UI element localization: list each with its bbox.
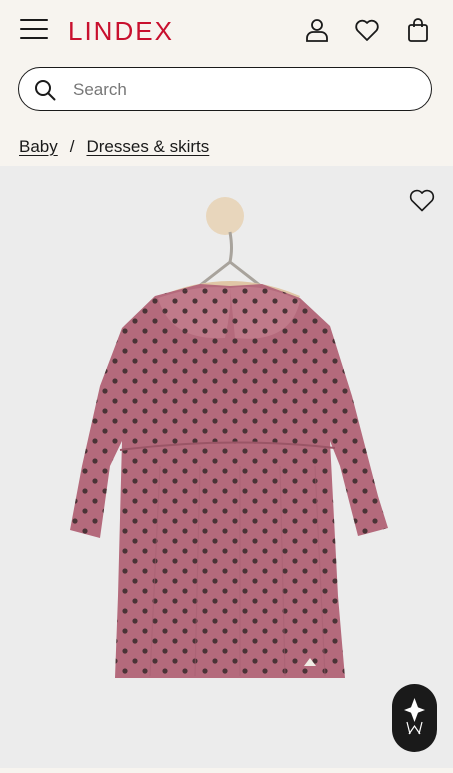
account-icon[interactable] bbox=[304, 17, 330, 43]
floating-assistant-button[interactable] bbox=[392, 684, 437, 752]
menu-icon[interactable] bbox=[20, 19, 50, 43]
product-dress-illustration bbox=[70, 197, 388, 678]
heart-icon[interactable] bbox=[354, 17, 380, 43]
search-input[interactable] bbox=[71, 76, 415, 104]
breadcrumb: Baby / Dresses & skirts bbox=[19, 137, 209, 157]
bag-icon[interactable] bbox=[405, 17, 431, 43]
favorite-heart-icon[interactable] bbox=[408, 187, 436, 213]
breadcrumb-link-baby[interactable]: Baby bbox=[19, 137, 58, 156]
breadcrumb-link-dresses-skirts[interactable]: Dresses & skirts bbox=[86, 137, 209, 156]
search-icon bbox=[35, 80, 56, 101]
search-bar[interactable] bbox=[18, 67, 432, 111]
site-header: LINDEX bbox=[0, 0, 453, 60]
product-image[interactable] bbox=[0, 166, 453, 768]
brand-logo[interactable]: LINDEX bbox=[68, 16, 174, 47]
breadcrumb-separator: / bbox=[69, 137, 75, 156]
assistant-logo-icon bbox=[404, 698, 425, 735]
